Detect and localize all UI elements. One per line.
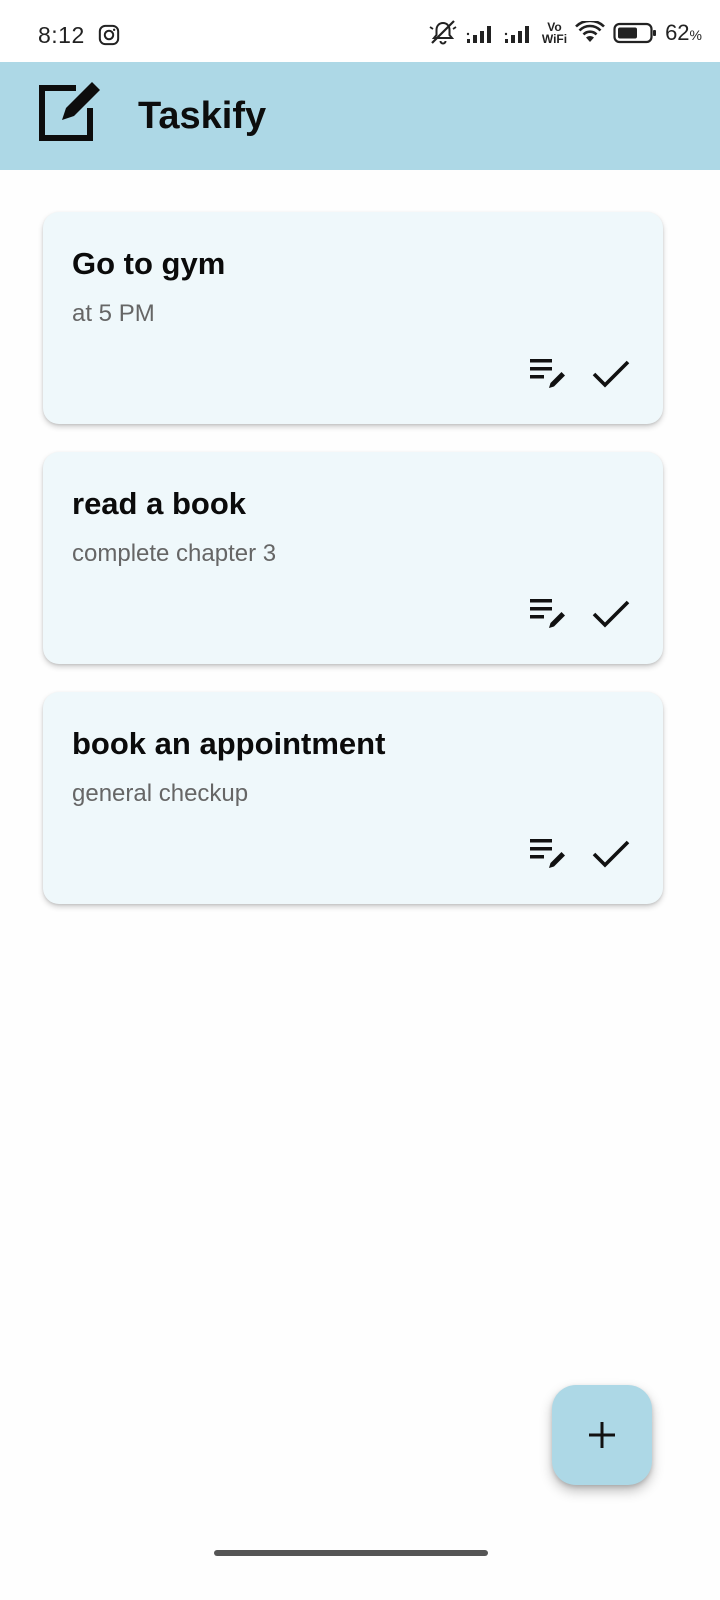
status-icons: Vo WiFi 62% xyxy=(428,18,702,48)
app-title: Taskify xyxy=(138,95,267,137)
task-actions xyxy=(529,594,631,634)
vowifi-bottom: WiFi xyxy=(541,32,568,46)
task-description: at 5 PM xyxy=(72,300,155,327)
battery-icon xyxy=(613,22,657,44)
signal-icon xyxy=(466,26,491,43)
complete-task-button[interactable] xyxy=(591,354,631,394)
battery-percent: 62% xyxy=(665,20,702,45)
task-actions xyxy=(529,834,631,874)
check-icon xyxy=(592,360,630,388)
gesture-bar[interactable] xyxy=(214,1550,488,1556)
edit-task-button[interactable] xyxy=(529,834,569,874)
app-bar: Taskify xyxy=(0,62,720,170)
task-description: general checkup xyxy=(72,780,249,807)
edit-note-icon xyxy=(530,839,565,868)
plus-icon xyxy=(589,1422,615,1448)
edit-task-button[interactable] xyxy=(529,594,569,634)
task-description: complete chapter 3 xyxy=(72,540,277,567)
task-title: Go to gym xyxy=(72,246,226,281)
task-title: book an appointment xyxy=(72,726,386,761)
task-card[interactable]: book an appointment general checkup xyxy=(43,692,663,904)
task-actions xyxy=(529,354,631,394)
complete-task-button[interactable] xyxy=(591,834,631,874)
status-bar: 8:12 Vo WiFi 62% xyxy=(0,0,720,62)
task-card[interactable]: read a book complete chapter 3 xyxy=(43,452,663,664)
complete-task-button[interactable] xyxy=(591,594,631,634)
task-list: Go to gym at 5 PM read a book complete c… xyxy=(43,212,663,932)
task-title: read a book xyxy=(72,486,246,521)
status-time: 8:12 xyxy=(38,22,85,48)
edit-note-icon xyxy=(530,359,565,388)
edit-square-icon xyxy=(39,82,100,141)
signal-icon xyxy=(504,26,529,43)
edit-note-icon xyxy=(530,599,565,628)
add-task-button[interactable] xyxy=(552,1385,652,1485)
silent-bell-icon xyxy=(429,20,457,45)
instagram-icon xyxy=(98,24,120,46)
check-icon xyxy=(592,840,630,868)
check-icon xyxy=(592,600,630,628)
vowifi-icon: Vo WiFi xyxy=(542,21,567,45)
task-card[interactable]: Go to gym at 5 PM xyxy=(43,212,663,424)
wifi-icon xyxy=(575,21,605,42)
edit-task-button[interactable] xyxy=(529,354,569,394)
